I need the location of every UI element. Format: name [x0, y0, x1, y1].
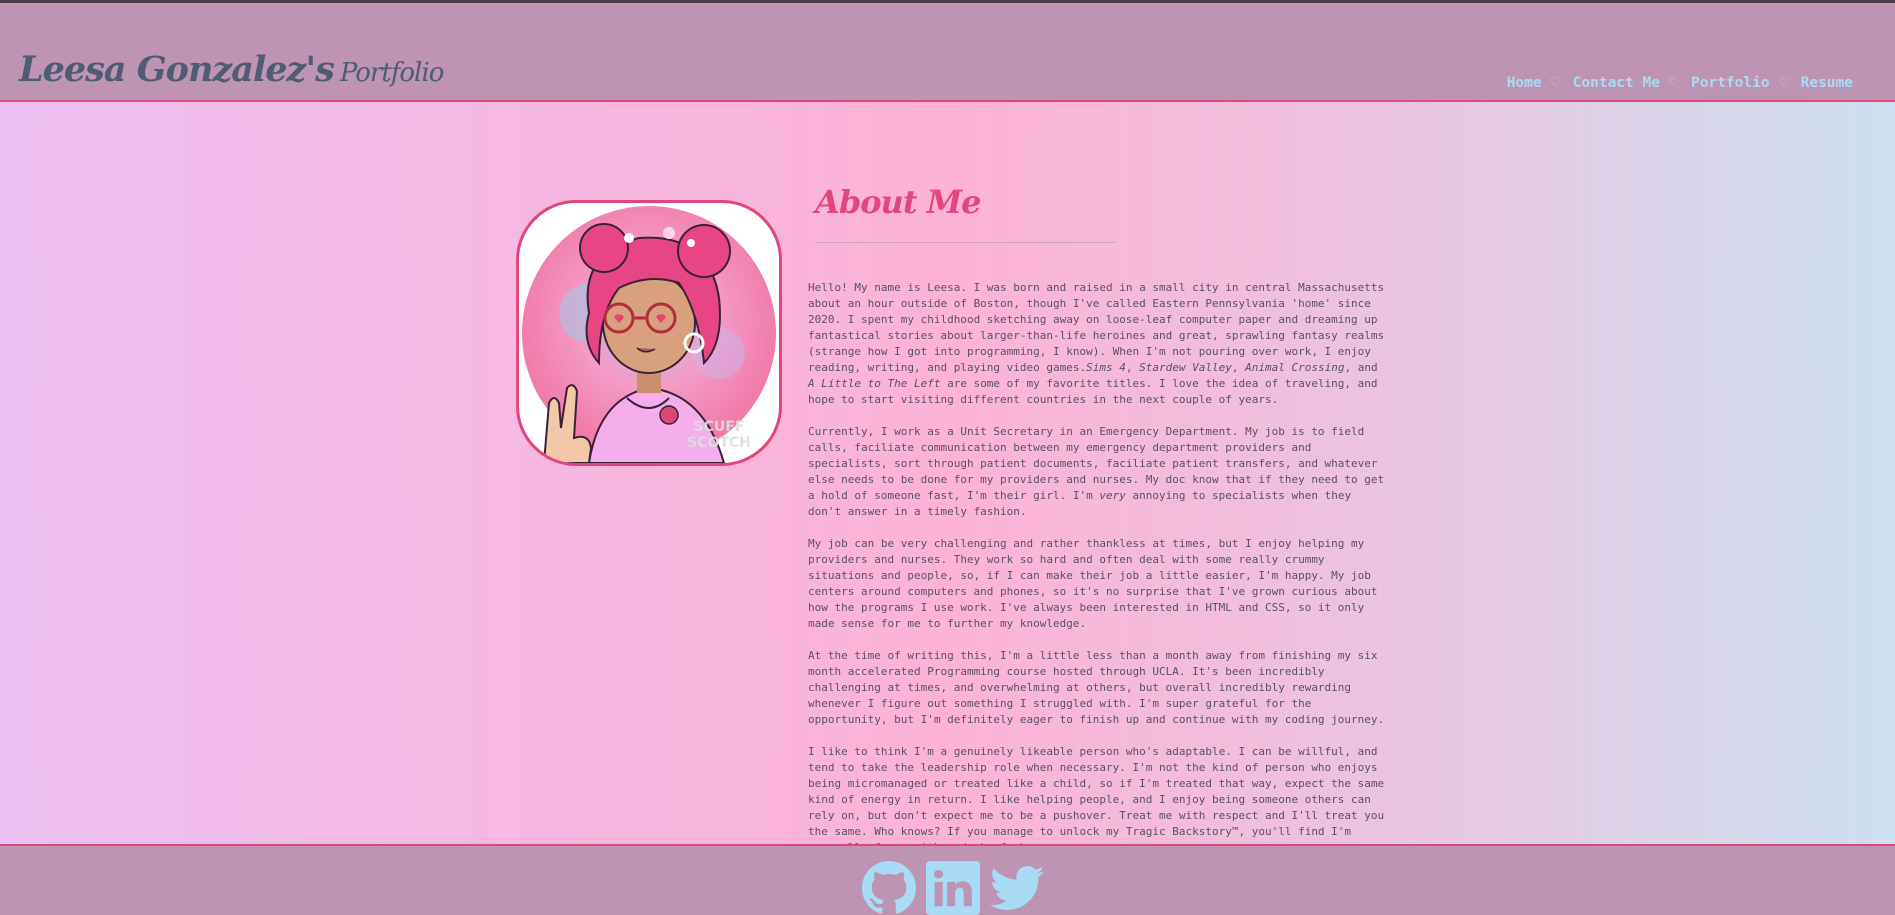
twitter-icon[interactable] — [990, 861, 1044, 915]
nav-portfolio-link[interactable]: Portfolio — [1691, 75, 1770, 91]
site-header: Leesa Gonzalez's Portfolio Home ♡ Contact… — [0, 3, 1895, 102]
bio-paragraph: I like to think I'm a genuinely likeable… — [808, 745, 1385, 854]
bio-paragraph: My job can be very challenging and rathe… — [808, 537, 1378, 630]
svg-text:SCOTCH: SCOTCH — [687, 435, 751, 451]
heart-icon: ♡ — [1550, 75, 1560, 92]
site-brand[interactable]: Leesa Gonzalez's Portfolio — [19, 49, 445, 90]
site-footer — [0, 844, 1895, 915]
heart-icon: ♡ — [1668, 75, 1678, 92]
nav-contact-link[interactable]: Contact Me — [1573, 75, 1660, 91]
about-bio: Hello! My name is Leesa. I was born and … — [808, 280, 1388, 872]
about-title: About Me — [815, 183, 982, 221]
brand-name: Leesa Gonzalez's — [19, 49, 335, 90]
main-nav: Home ♡ Contact Me ♡ Portfolio ♡ Resume — [1507, 73, 1853, 93]
github-icon[interactable] — [862, 861, 916, 915]
bio-paragraph: Hello! My name is Leesa. I was born and … — [808, 281, 1385, 406]
brand-subtitle: Portfolio — [339, 58, 445, 88]
bio-paragraph: Currently, I work as a Unit Secretary in… — [808, 425, 1385, 518]
heart-icon: ♡ — [1778, 75, 1788, 92]
nav-home-link[interactable]: Home — [1507, 75, 1542, 91]
title-divider — [815, 242, 1115, 243]
nav-resume-link[interactable]: Resume — [1801, 75, 1853, 91]
svg-text:SCUFF: SCUFF — [694, 419, 745, 435]
linkedin-icon[interactable] — [926, 861, 980, 915]
profile-avatar: SCUFF SCOTCH — [516, 200, 782, 466]
bio-paragraph: At the time of writing this, I'm a littl… — [808, 649, 1385, 726]
